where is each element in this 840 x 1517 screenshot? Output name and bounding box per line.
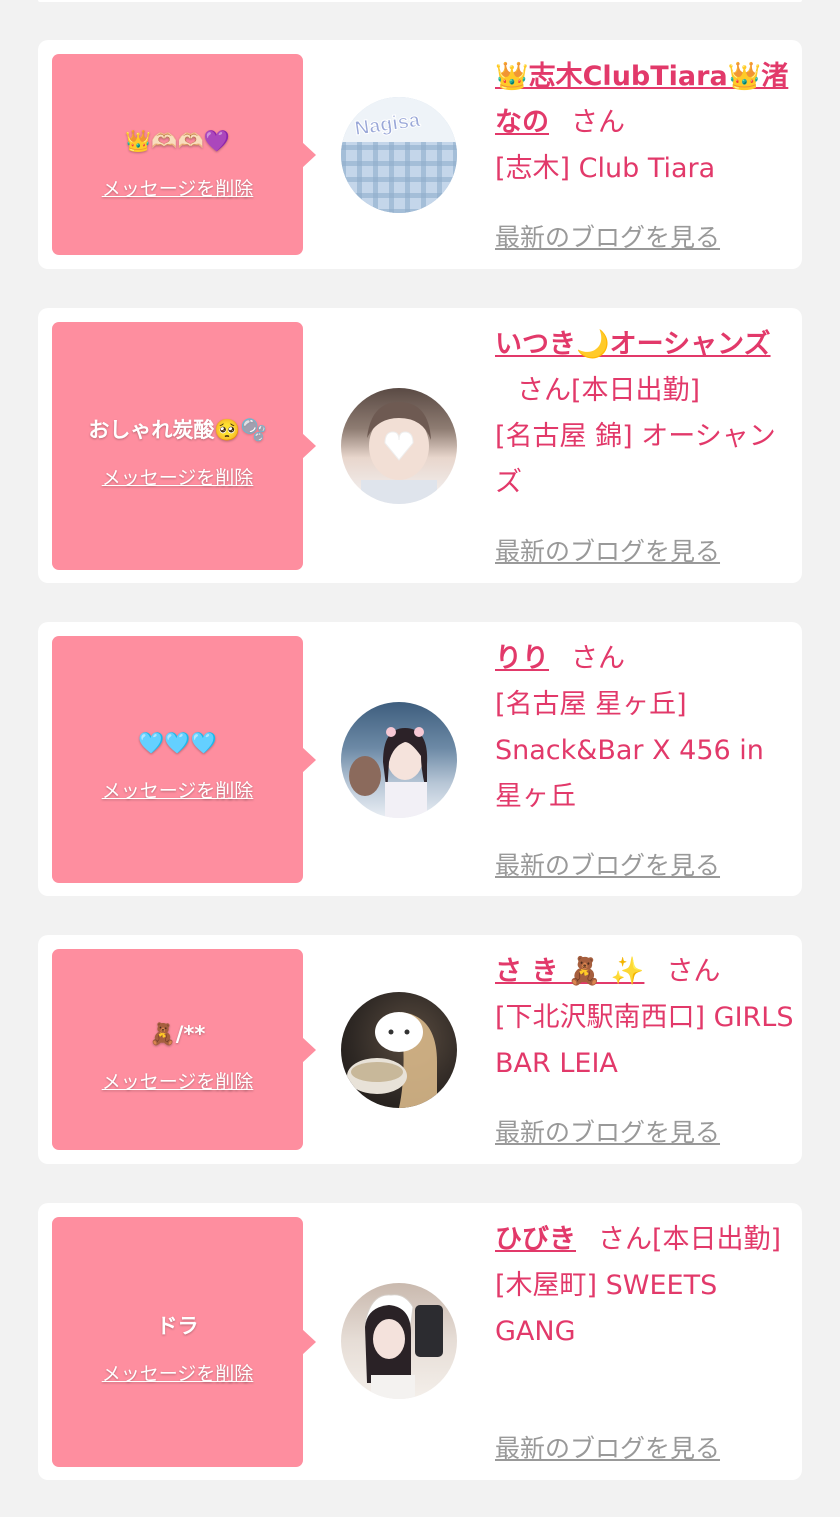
message-bubble: 👑🫶🏻🫶🏻💜 メッセージを削除 [52,54,316,255]
sender-name-link[interactable]: さ き 🧸 ✨ [495,956,644,987]
delete-message-link[interactable]: メッセージを削除 [102,1067,254,1094]
latest-blog-link[interactable]: 最新のブログを見る [495,1429,720,1465]
status-badge: [本日出勤] [571,375,701,406]
latest-blog-link[interactable]: 最新のブログを見る [495,846,720,882]
message-text: ドラ [156,1313,199,1338]
honorific: さん [571,107,625,138]
message-text: 🩵🩵🩵 [138,731,217,755]
honorific: さん [517,375,571,406]
sender-info: さ き 🧸 ✨ さん [下北沢駅南西口] GIRLS BAR LEIA [495,949,795,1087]
latest-blog-link[interactable]: 最新のブログを見る [495,1113,720,1149]
sender-info: いつき🌙オーシャンズさん[本日出勤] [名古屋 錦] オーシャンズ [495,322,795,506]
shop-name: [志木] Club Tiara [495,153,716,184]
sender-name-link[interactable]: ひびき [495,1224,576,1255]
honorific: さん [598,1224,652,1255]
message-bubble: おしゃれ炭酸🥺🫧 メッセージを削除 [52,322,316,570]
avatar[interactable] [341,1283,457,1399]
sender-name-link[interactable]: いつき🌙オーシャンズ [495,329,771,360]
avatar[interactable] [341,702,457,818]
sender-info: ひびき さん[本日出勤] [木屋町] SWEETS GANG [495,1217,795,1355]
sender-info: 👑志木ClubTiara👑渚なの さん [志木] Club Tiara [495,54,795,192]
delete-message-link[interactable]: メッセージを削除 [102,776,254,803]
honorific: さん [666,956,721,987]
delete-message-link[interactable]: メッセージを削除 [102,174,254,201]
avatar[interactable]: Nagisa [341,97,457,213]
message-card: ドラ メッセージを削除 ひびき さん[本日出勤] [木屋町] SWEETS GAN… [38,1203,802,1480]
previous-card-edge [38,0,802,2]
latest-blog-link[interactable]: 最新のブログを見る [495,532,720,568]
shop-name: [名古屋 錦] オーシャンズ [495,421,776,498]
message-text: おしゃれ炭酸🥺🫧 [88,417,267,442]
sender-info: りり さん [名古屋 星ヶ丘] Snack&Bar X 456 in 星ヶ丘 [495,636,795,820]
message-card: 👑🫶🏻🫶🏻💜 メッセージを削除 Nagisa 👑志木ClubTiara👑渚なのさ… [38,40,802,269]
sender-name-link[interactable]: りり [495,643,549,674]
honorific: さん [571,643,625,674]
avatar-photo [347,1012,437,1108]
delete-message-link[interactable]: メッセージを削除 [102,1359,254,1386]
latest-blog-link[interactable]: 最新のブログを見る [495,218,720,254]
avatar[interactable] [341,388,457,504]
message-card: おしゃれ炭酸🥺🫧 メッセージを削除 いつき🌙オーシャンズさん[本日出勤] [名古… [38,308,802,583]
message-card: 🧸/** メッセージを削除 さ き 🧸 ✨ さん [下北沢駅南西口] GIRLS … [38,935,802,1164]
avatar-photo [364,1294,443,1399]
avatar-photo: Nagisa [341,97,457,213]
message-bubble: ドラ メッセージを削除 [52,1217,316,1467]
avatar-photo [361,402,437,504]
message-text: 👑🫶🏻🫶🏻💜 [125,129,230,153]
delete-message-link[interactable]: メッセージを削除 [102,463,254,490]
shop-name: [下北沢駅南西口] GIRLS BAR LEIA [495,1002,794,1079]
sender-name-link[interactable]: 👑志木ClubTiara👑渚なの [495,61,788,138]
status-badge: [本日出勤] [652,1224,782,1255]
shop-name: [名古屋 星ヶ丘] Snack&Bar X 456 in 星ヶ丘 [495,689,764,812]
message-bubble: 🩵🩵🩵 メッセージを削除 [52,636,316,883]
message-bubble: 🧸/** メッセージを削除 [52,949,316,1150]
avatar[interactable] [341,992,457,1108]
shop-name: [木屋町] SWEETS GANG [495,1270,718,1347]
avatar-photo [349,727,428,818]
message-card: 🩵🩵🩵 メッセージを削除 りり さん [名古屋 星ヶ丘] Snack&Bar X … [38,622,802,896]
message-text: 🧸/** [149,1022,206,1046]
